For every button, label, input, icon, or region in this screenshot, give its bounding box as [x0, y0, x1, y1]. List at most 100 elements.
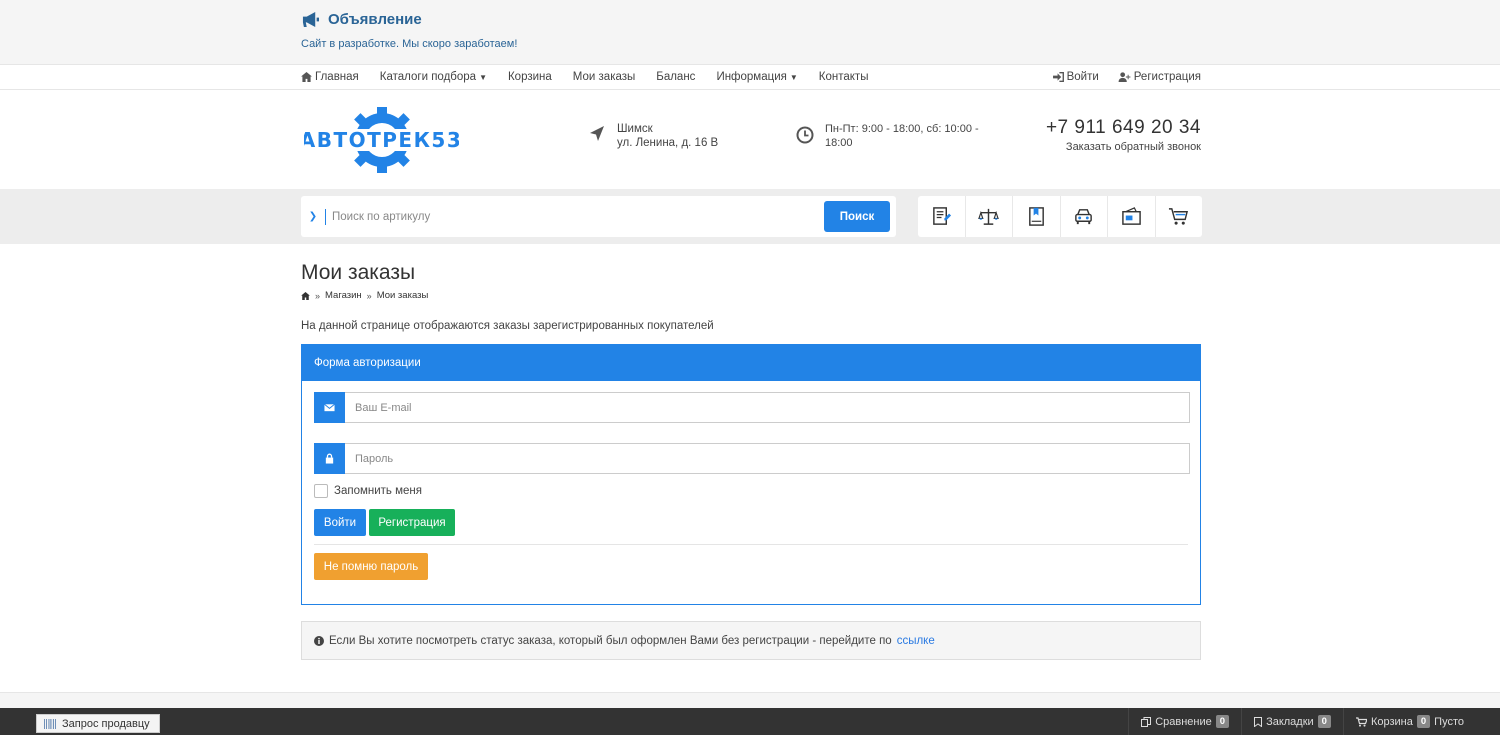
megaphone-icon: [302, 11, 319, 28]
search-input[interactable]: [326, 210, 816, 223]
register-label: Регистрация: [1133, 71, 1201, 83]
tool-compare[interactable]: [966, 196, 1013, 237]
nav-catalogs[interactable]: Каталоги подбора ▼: [380, 71, 487, 83]
nav-info-label: Информация: [716, 71, 787, 83]
auth-panel: Форма авторизации Запомнить меня Войти Р…: [301, 344, 1201, 605]
panel-divider: [314, 544, 1188, 545]
nav-my-orders[interactable]: Мои заказы: [573, 71, 635, 83]
nav-balance[interactable]: Баланс: [656, 71, 695, 83]
breadcrumb-shop[interactable]: Магазин: [325, 290, 362, 301]
cart-icon: [1169, 208, 1189, 225]
chevron-down-icon: ▼: [479, 72, 487, 82]
announcement-bar: Объявление Сайт в разработке. Мы скоро з…: [0, 0, 1500, 65]
compare-button[interactable]: Сравнение 0: [1128, 708, 1241, 735]
envelope-icon: [324, 403, 335, 412]
email-field: [314, 392, 1190, 423]
breadcrumb: » Магазин » Мои заказы: [301, 290, 1201, 301]
car-icon: [1075, 209, 1093, 225]
sign-in-icon: [1052, 72, 1064, 82]
tool-catalog[interactable]: [918, 196, 966, 237]
breadcrumb-separator: »: [315, 290, 321, 301]
login-button[interactable]: Войти: [314, 509, 366, 536]
bookmark-book-icon: [1028, 207, 1044, 226]
compare-scales-icon: [978, 208, 1000, 225]
compare-label: Сравнение: [1155, 715, 1212, 728]
phone-number[interactable]: +7 911 649 20 34: [1046, 117, 1201, 139]
user-plus-icon: [1118, 72, 1131, 82]
clock-icon: [796, 126, 814, 144]
callback-link[interactable]: Заказать обратный звонок: [1046, 141, 1201, 153]
footer-strip: [0, 692, 1500, 708]
location-arrow-icon: [590, 126, 604, 141]
chevron-down-icon: ▼: [789, 72, 798, 82]
chevron-down-icon[interactable]: ❯: [301, 211, 325, 222]
seller-request-button[interactable]: Запрос продавцу: [36, 714, 160, 733]
tool-bookmarks[interactable]: [1013, 196, 1061, 237]
guest-order-notice: Если Вы хотите посмотреть статус заказа,…: [301, 621, 1201, 660]
main-content: Мои заказы » Магазин » Мои заказы На дан…: [0, 244, 1500, 660]
site-logo[interactable]: АВТОТРЕК53: [304, 105, 459, 175]
catalog-icon: [932, 207, 951, 225]
remember-label: Запомнить меня: [334, 485, 422, 497]
notice-text: Если Вы хотите посмотреть статус заказа,…: [329, 634, 892, 647]
svg-text:АВТОТРЕК53: АВТОТРЕК53: [304, 128, 459, 152]
search-bar: ❯ Поиск: [0, 189, 1500, 244]
auth-panel-heading: Форма авторизации: [302, 345, 1200, 381]
site-header: АВТОТРЕК53 Шимск ул. Ленина, д. 16 В Пн-…: [0, 90, 1500, 189]
info-circle-icon: [314, 635, 324, 646]
top-navigation: Главная Каталоги подбора ▼ Корзина Мои з…: [0, 65, 1500, 90]
remember-checkbox[interactable]: [314, 484, 328, 498]
quick-tools: [918, 196, 1202, 237]
breadcrumb-current: Мои заказы: [376, 290, 429, 301]
announcement-text: Сайт в разработке. Мы скоро заработаем!: [301, 38, 518, 50]
bookmarks-button[interactable]: Закладки 0: [1241, 708, 1343, 735]
search-button[interactable]: Поиск: [824, 201, 890, 232]
register-link[interactable]: Регистрация: [1118, 71, 1201, 83]
nav-catalogs-label: Каталоги подбора: [379, 71, 477, 83]
copy-icon: [1141, 716, 1152, 727]
search-form: ❯ Поиск: [301, 196, 896, 237]
page-intro: На данной странице отображаются заказы з…: [301, 320, 714, 332]
cart-status: Пусто: [1434, 715, 1464, 728]
tool-garage[interactable]: [1061, 196, 1108, 237]
breadcrumb-separator: »: [366, 290, 372, 301]
forgot-password-button[interactable]: Не помню пароль: [314, 553, 428, 580]
bookmark-icon: [1254, 716, 1263, 727]
tool-cart[interactable]: [1156, 196, 1203, 237]
cart-count: 0: [1416, 715, 1431, 728]
login-link[interactable]: Войти: [1052, 71, 1099, 83]
nav-home[interactable]: Главная: [301, 71, 359, 83]
notice-link[interactable]: ссылке: [897, 635, 935, 647]
address-city: Шимск: [617, 123, 653, 135]
seller-request-label: Запрос продавцу: [62, 717, 150, 730]
nav-balance-label: Баланс: [656, 71, 696, 83]
remember-me[interactable]: Запомнить меня: [314, 484, 422, 498]
email-input[interactable]: [345, 392, 1190, 423]
store-address: Шимск ул. Ленина, д. 16 В: [589, 122, 718, 150]
nav-cart[interactable]: Корзина: [508, 71, 552, 83]
nav-info[interactable]: Информация ▼: [716, 71, 797, 83]
nav-contacts[interactable]: Контакты: [819, 71, 869, 83]
bookmarks-label: Закладки: [1266, 715, 1314, 728]
cart-button[interactable]: Корзина 0 Пусто: [1342, 708, 1500, 735]
nav-contacts-label: Контакты: [818, 71, 869, 83]
lock-icon: [325, 453, 334, 464]
bookmarks-count: 0: [1317, 715, 1331, 728]
announcement-title-text: Объявление: [328, 11, 422, 28]
barcode-icon: [44, 718, 56, 729]
working-hours: Пн-Пт: 9:00 - 18:00, сб: 10:00 - 18:00: [796, 122, 980, 150]
announcement-title: Объявление: [301, 11, 1201, 28]
cart-label: Корзина: [1370, 715, 1413, 728]
nav-my-orders-label: Мои заказы: [572, 71, 636, 83]
login-label: Войти: [1066, 71, 1099, 83]
home-icon[interactable]: [301, 291, 310, 300]
password-input[interactable]: [345, 443, 1190, 474]
home-icon: [301, 72, 312, 82]
password-addon: [314, 443, 345, 474]
tool-balance[interactable]: [1108, 196, 1156, 237]
wallet-icon: [1121, 207, 1141, 225]
register-button[interactable]: Регистрация: [369, 509, 455, 536]
password-field: [314, 443, 1190, 474]
nav-cart-label: Корзина: [507, 71, 552, 83]
address-street: ул. Ленина, д. 16 В: [617, 137, 719, 149]
